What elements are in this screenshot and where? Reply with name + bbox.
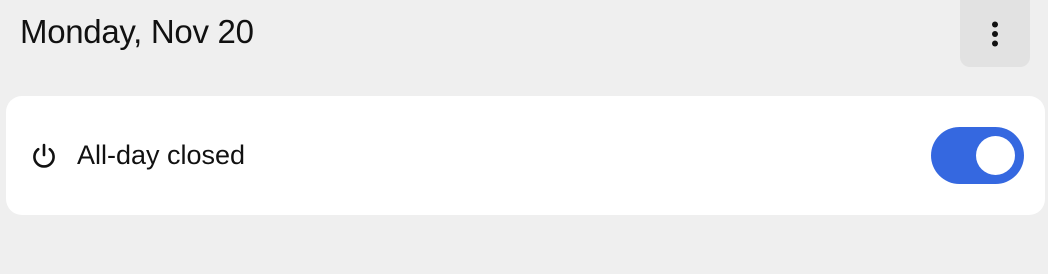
page-title: Monday, Nov 20 bbox=[20, 13, 254, 50]
all-day-closed-card: All-day closed bbox=[6, 96, 1045, 215]
toggle-knob bbox=[976, 136, 1015, 175]
all-day-closed-toggle[interactable] bbox=[931, 127, 1024, 184]
all-day-closed-label: All-day closed bbox=[77, 140, 246, 170]
header: Monday, Nov 20 bbox=[0, 0, 1048, 70]
more-options-button[interactable] bbox=[960, 0, 1030, 67]
more-vertical-icon bbox=[992, 21, 998, 46]
all-day-closed-row[interactable]: All-day closed bbox=[6, 96, 1045, 215]
power-icon bbox=[33, 143, 55, 168]
day-detail-screen: Monday, Nov 20 All-day closed bbox=[0, 0, 1048, 274]
